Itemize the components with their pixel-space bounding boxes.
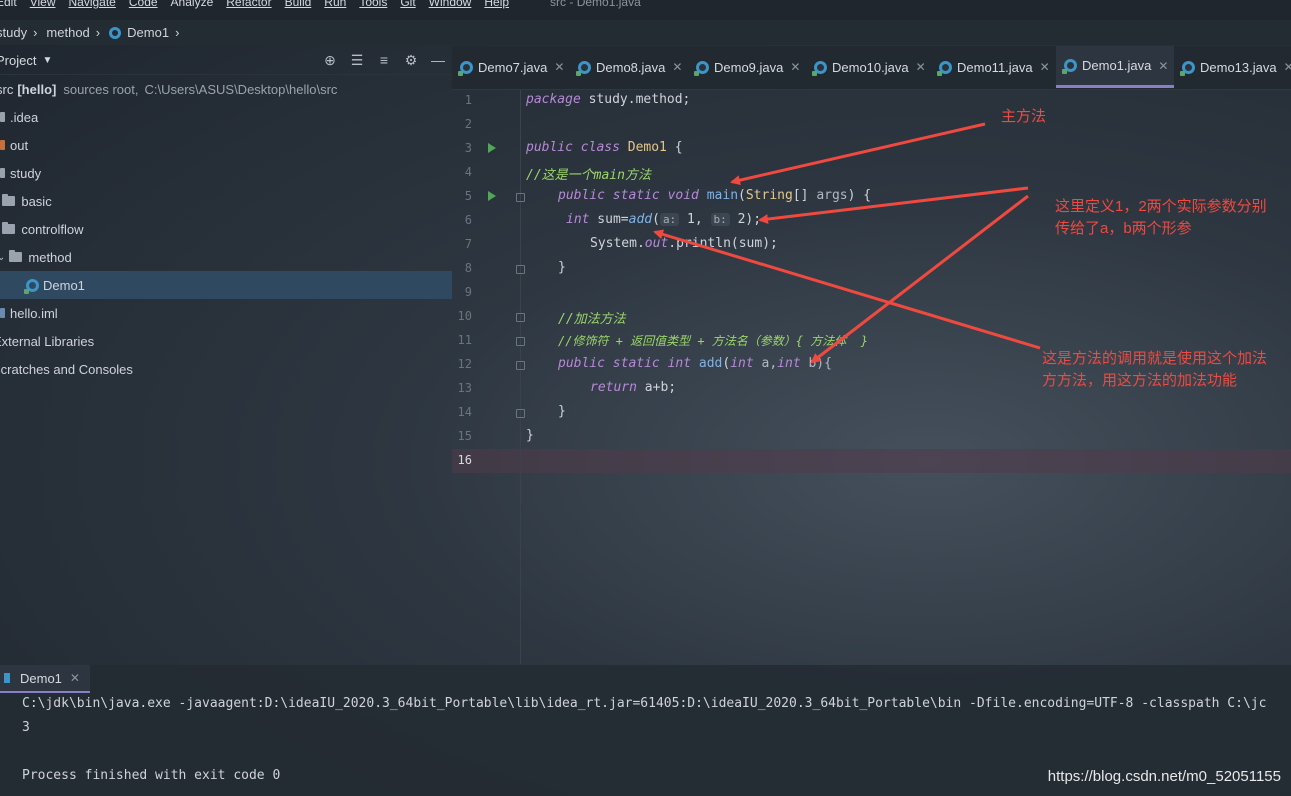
run-config-icon [4,673,10,683]
arrow-to-args [758,186,1029,225]
console-command-line: C:\jdk\bin\java.exe -javaagent:D:\ideaIU… [22,696,1267,711]
run-tab-label: Demo1 [20,670,62,686]
arrow-to-params [810,194,1029,364]
arrow-to-call [653,229,1041,350]
run-tab-demo1[interactable]: Demo1 ✕ [0,665,90,693]
annotation-actual-params-2: 传给了a，b两个形参 [1055,220,1192,237]
annotation-actual-params-1: 这里定义1，2两个实际参数分别 [1055,198,1267,215]
console-exit-message: Process finished with exit code 0 [22,768,281,783]
arrow-to-main [730,122,986,186]
watermark: https://blog.csdn.net/m0_52051155 [1047,768,1281,785]
annotation-call-2: 方方法，用这方法的加法功能 [1042,372,1238,389]
close-icon[interactable]: ✕ [70,671,80,685]
annotation-main-method: 主方法 [1001,108,1047,125]
console-output: 3 [22,720,30,735]
annotation-call-1: 这是方法的调用就是使用这个加法 [1042,350,1268,367]
